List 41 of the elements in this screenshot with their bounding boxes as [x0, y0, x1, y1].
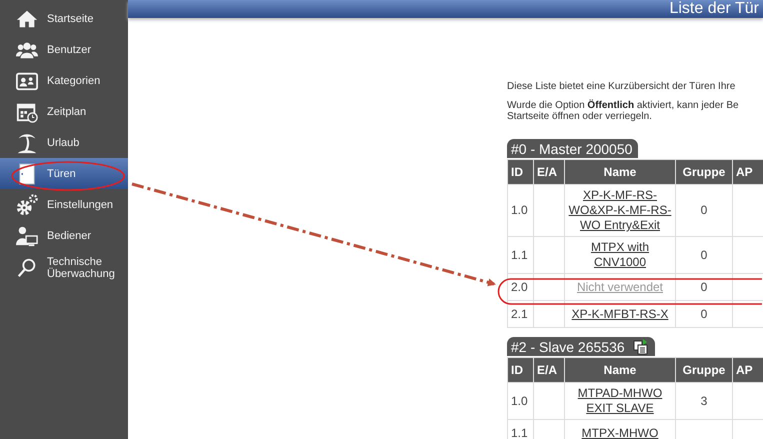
- sidebar-item[interactable]: Kategorien: [0, 65, 128, 96]
- sidebar-item[interactable]: Urlaub: [0, 127, 128, 158]
- intro-text: Diese Liste bietet eine Kurzübersicht der Türen Ihre: [507, 81, 736, 92]
- door-id: 2.1: [511, 306, 528, 320]
- group-number: 0: [700, 248, 708, 262]
- door-icon: [16, 162, 38, 184]
- sidebar-item[interactable]: Zeitplan: [0, 96, 128, 127]
- palm-tree-icon: [16, 132, 38, 154]
- door-id: 1.1: [511, 426, 528, 439]
- door-id: 1.0: [511, 394, 528, 408]
- column-header: ID: [508, 160, 534, 184]
- column-header: E/A: [534, 160, 564, 184]
- sidebar-item[interactable]: Benutzer: [0, 34, 128, 65]
- document-sync-icon[interactable]: [632, 339, 649, 355]
- column-header: Name: [564, 358, 676, 382]
- sidebar-item[interactable]: Startseite: [0, 3, 128, 34]
- group-number: 0: [700, 203, 708, 217]
- gears-icon: [16, 194, 38, 216]
- group-number: 0: [700, 306, 708, 320]
- operator-icon: [16, 224, 38, 246]
- sidebar-item[interactable]: Bediener: [0, 220, 128, 251]
- sidebar-item[interactable]: Technische Überwachung: [0, 251, 128, 285]
- column-header: AP: [732, 160, 763, 184]
- column-header: Name: [564, 160, 676, 184]
- column-header: E/A: [534, 358, 564, 382]
- door-id: 1.1: [511, 248, 528, 262]
- sidebar-item[interactable]: Türen: [0, 158, 128, 189]
- door-id: 2.0: [511, 280, 528, 294]
- controller-title: #2 - Slave 265536: [511, 339, 625, 355]
- column-header: ID: [508, 358, 534, 382]
- group-number: 0: [700, 280, 708, 294]
- page-title: Liste der Tür: [669, 0, 759, 18]
- door-id: 1.0: [511, 203, 528, 217]
- search-icon: [16, 257, 38, 279]
- column-header: AP: [732, 358, 763, 382]
- column-header: Gruppe: [676, 160, 732, 184]
- controller-title: #0 - Master 200050: [511, 141, 632, 157]
- option-text: Wurde die Option Öffentlich aktiviert, kann jeder Be Startseite öffnen oder verriegeln.: [507, 100, 740, 122]
- column-header: Gruppe: [676, 358, 732, 382]
- group-number: 3: [700, 394, 708, 408]
- sidebar-item[interactable]: Einstellungen: [0, 189, 128, 220]
